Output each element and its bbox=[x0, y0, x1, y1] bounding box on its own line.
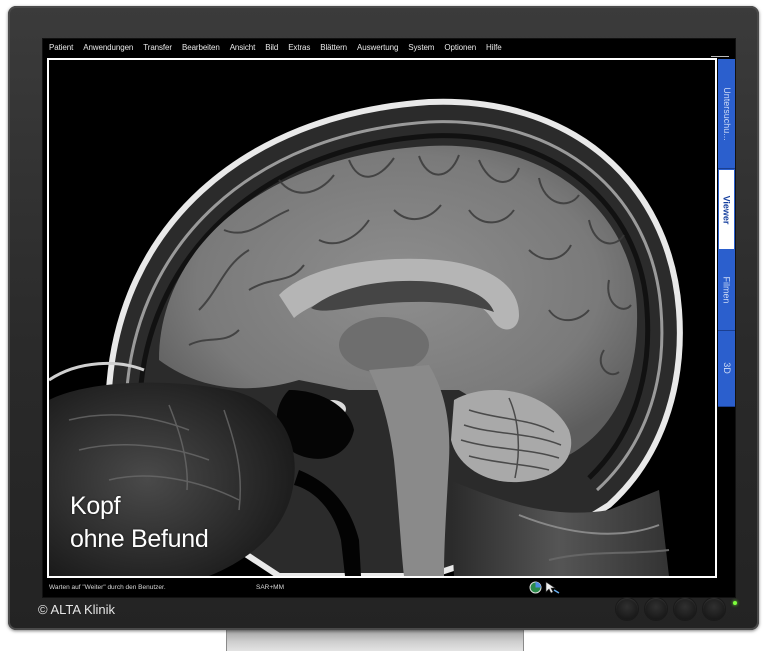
menu-hilfe[interactable]: Hilfe bbox=[486, 43, 502, 52]
menu-extras[interactable]: Extras bbox=[288, 43, 310, 52]
menu-anwendungen[interactable]: Anwendungen bbox=[83, 43, 133, 52]
monitor-stand bbox=[226, 628, 524, 651]
menu-ansicht[interactable]: Ansicht bbox=[230, 43, 256, 52]
menu-bearbeiten[interactable]: Bearbeiten bbox=[182, 43, 220, 52]
menu-bild[interactable]: Bild bbox=[265, 43, 278, 52]
tab-3d-label: 3D bbox=[721, 362, 732, 375]
menu-system[interactable]: System bbox=[408, 43, 434, 52]
bezel-button-group bbox=[616, 598, 725, 620]
side-tab-bar: Untersuchu... Viewer Filmen 3D bbox=[718, 59, 735, 408]
bezel-button-4[interactable] bbox=[703, 598, 725, 620]
progress-pie-icon bbox=[529, 581, 542, 594]
tab-filmen[interactable]: Filmen bbox=[718, 250, 735, 331]
tab-3d[interactable]: 3D bbox=[718, 330, 735, 408]
tab-untersuchung-label: Untersuchu... bbox=[721, 86, 732, 141]
status-message: Warten auf "Weiter" durch den Benutzer. bbox=[49, 584, 166, 591]
menu-blaettern[interactable]: Blättern bbox=[320, 43, 347, 52]
image-caption: Kopf ohne Befund bbox=[70, 490, 209, 556]
caption-line-1: Kopf bbox=[70, 492, 121, 520]
power-led-icon bbox=[733, 601, 737, 605]
tab-viewer[interactable]: Viewer bbox=[718, 169, 735, 251]
viewer-divider bbox=[711, 56, 729, 57]
screen: Patient Anwendungen Transfer Bearbeiten … bbox=[42, 38, 736, 598]
menu-optionen[interactable]: Optionen bbox=[444, 43, 476, 52]
monitor-bezel: Patient Anwendungen Transfer Bearbeiten … bbox=[8, 6, 759, 630]
copyright-label: © ALTA Klinik bbox=[38, 602, 116, 617]
status-icons bbox=[529, 581, 560, 594]
menu-transfer[interactable]: Transfer bbox=[143, 43, 172, 52]
tab-untersuchung[interactable]: Untersuchu... bbox=[718, 59, 735, 170]
bezel-button-3[interactable] bbox=[674, 598, 696, 620]
status-user: SAR+MM bbox=[256, 584, 284, 591]
caption-line-2: ohne Befund bbox=[70, 525, 209, 553]
pointer-tool-icon[interactable] bbox=[544, 581, 560, 594]
menu-patient[interactable]: Patient bbox=[49, 43, 73, 52]
tab-filmen-label: Filmen bbox=[721, 276, 732, 304]
tab-viewer-label: Viewer bbox=[721, 195, 732, 225]
menu-auswertung[interactable]: Auswertung bbox=[357, 43, 398, 52]
status-bar: Warten auf "Weiter" durch den Benutzer. … bbox=[43, 579, 735, 597]
menu-bar: Patient Anwendungen Transfer Bearbeiten … bbox=[43, 39, 735, 55]
image-viewport[interactable]: Kopf ohne Befund bbox=[47, 58, 717, 578]
bezel-button-1[interactable] bbox=[616, 598, 638, 620]
bezel-button-2[interactable] bbox=[645, 598, 667, 620]
